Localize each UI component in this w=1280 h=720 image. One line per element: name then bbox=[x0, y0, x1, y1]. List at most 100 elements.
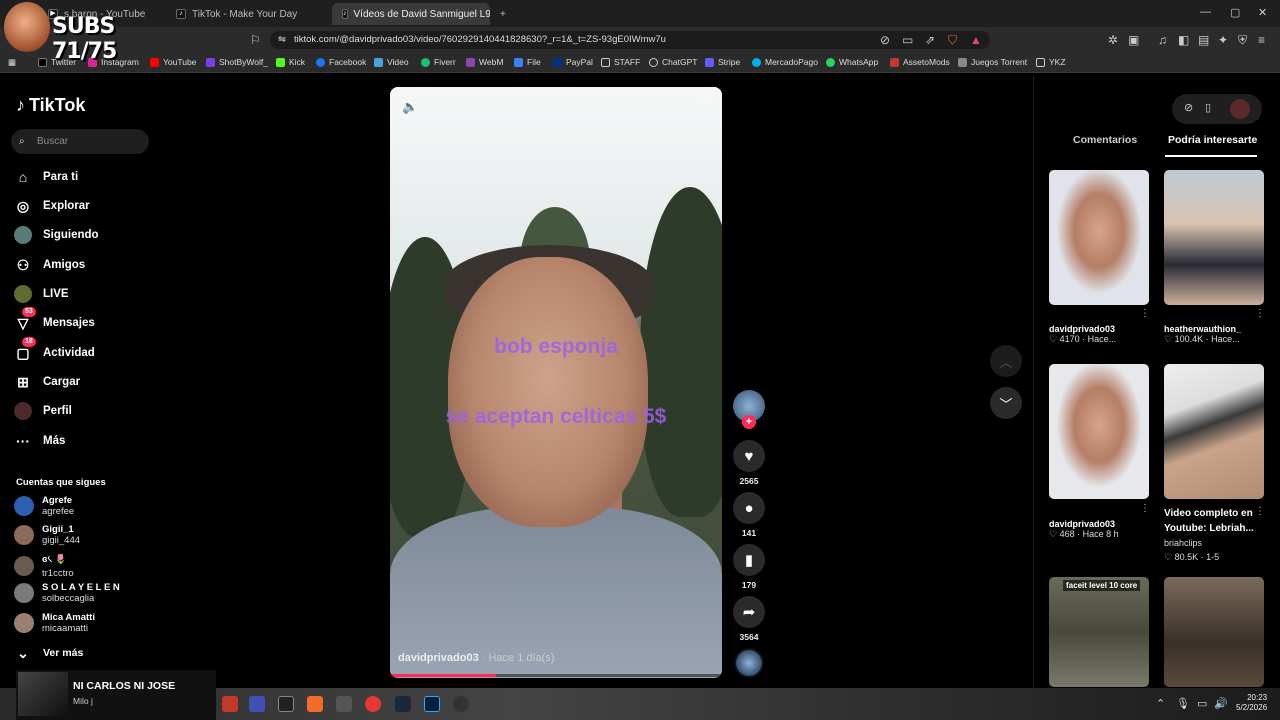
nav-amigos[interactable]: ⚇ Amigos bbox=[14, 254, 85, 276]
video-progress-bar[interactable] bbox=[390, 674, 722, 677]
steam-taskbar-icon[interactable] bbox=[395, 696, 411, 712]
device-icon[interactable]: ▯ bbox=[1205, 101, 1211, 114]
tray-chevron-up-icon[interactable]: ⌃ bbox=[1156, 697, 1165, 710]
microphone-icon[interactable]: 🎙 bbox=[1176, 697, 1190, 710]
bookmark-kick[interactable]: Kick bbox=[276, 57, 305, 67]
network-icon[interactable]: ▭ bbox=[1197, 697, 1207, 710]
save-button[interactable]: ▮ 179 bbox=[733, 544, 765, 590]
bookmark-file[interactable]: File bbox=[514, 57, 541, 67]
more-options-icon[interactable]: ⋮ bbox=[1255, 506, 1265, 517]
search-input[interactable]: ⌕ Buscar bbox=[11, 129, 149, 154]
taskbar-app-icon[interactable] bbox=[336, 696, 352, 712]
taskbar-app-icon[interactable] bbox=[365, 696, 381, 712]
taskbar-app-icon[interactable] bbox=[249, 696, 265, 712]
bookmark-staff[interactable]: STAFF bbox=[601, 57, 640, 67]
maximize-icon[interactable]: ▢ bbox=[1230, 6, 1240, 19]
extension-icon[interactable]: ⊘ bbox=[880, 33, 890, 47]
nav-actividad[interactable]: ▢ 18 Actividad bbox=[14, 337, 95, 364]
photoshop-taskbar-icon[interactable] bbox=[424, 696, 440, 712]
brave-rewards-icon[interactable]: ▲ bbox=[970, 33, 982, 47]
volume-icon[interactable]: 🔈 bbox=[402, 99, 418, 115]
share-icon[interactable]: ⇗ bbox=[925, 33, 935, 47]
site-info-icon[interactable]: ⇋ bbox=[278, 31, 286, 49]
bookmark-webm[interactable]: WebM bbox=[466, 57, 503, 67]
like-button[interactable]: ♥ 2565 bbox=[733, 440, 765, 486]
previous-video-button[interactable]: ︿ bbox=[990, 345, 1022, 377]
tab-podria-interesarte[interactable]: Podría interesarte bbox=[1168, 134, 1257, 146]
more-options-icon[interactable]: ⋮ bbox=[1255, 308, 1265, 319]
share-button[interactable]: ➦ 3564 bbox=[733, 596, 765, 642]
suggested-video-thumbnail[interactable] bbox=[1049, 170, 1149, 305]
more-options-icon[interactable]: ⋮ bbox=[1140, 503, 1150, 514]
browser-tab-active[interactable]: ♪Vídeos de David Sanmiguel L95✕ bbox=[332, 3, 490, 25]
following-account[interactable]: Gigii_1 gigii_444 bbox=[14, 524, 80, 546]
vpn-icon[interactable]: ⛨ bbox=[1238, 33, 1247, 48]
bookmark-ykz[interactable]: YKZ bbox=[1036, 57, 1066, 67]
nav-para-ti[interactable]: ⌂ Para ti bbox=[14, 166, 78, 188]
taskbar-app-icon[interactable] bbox=[278, 696, 294, 712]
following-account[interactable]: S O L A Y E L E Nsolbeccaglia bbox=[14, 582, 120, 604]
bookmark-shotbywolf[interactable]: ShotByWolf_ bbox=[206, 57, 268, 67]
video-author[interactable]: davidprivado03 · Hace 1 día(s) bbox=[398, 652, 555, 664]
compass-icon[interactable]: ⊘ bbox=[1184, 101, 1193, 114]
following-account[interactable]: Agrefe agrefee bbox=[14, 495, 74, 517]
media-icon[interactable]: ♫ bbox=[1158, 33, 1167, 47]
following-account[interactable]: ɞ৻ 🌷 tr1cctro bbox=[14, 553, 74, 579]
apps-grid-icon[interactable]: ▦ bbox=[8, 57, 16, 68]
next-video-button[interactable]: ﹀ bbox=[990, 387, 1022, 419]
now-playing-widget[interactable]: NI CARLOS NI JOSE Milo j bbox=[16, 670, 216, 720]
more-options-icon[interactable]: ··· bbox=[694, 95, 708, 111]
follow-plus-icon[interactable]: + bbox=[742, 415, 756, 429]
bookmark-fiverr[interactable]: Fiverr bbox=[421, 57, 456, 67]
bookmark-icon[interactable]: ⚐ bbox=[250, 33, 261, 47]
music-disc[interactable] bbox=[734, 648, 764, 678]
system-clock[interactable]: 20:23 5/2/2026 bbox=[1236, 693, 1267, 713]
leo-ai-icon[interactable]: ✦ bbox=[1218, 33, 1228, 47]
more-options-icon[interactable]: ⋮ bbox=[1140, 308, 1150, 319]
brave-taskbar-icon[interactable] bbox=[307, 696, 323, 712]
wallet-icon[interactable]: ▤ bbox=[1198, 33, 1209, 47]
minimize-icon[interactable]: — bbox=[1200, 6, 1211, 18]
brave-shield-icon[interactable]: ⛉ bbox=[948, 33, 957, 48]
close-window-icon[interactable]: ✕ bbox=[1258, 6, 1267, 19]
suggested-video-thumbnail[interactable] bbox=[1049, 364, 1149, 499]
bookmark-stripe[interactable]: Stripe bbox=[705, 57, 740, 67]
comment-button[interactable]: ● 141 bbox=[733, 492, 765, 538]
reader-icon[interactable]: ▣ bbox=[1128, 33, 1139, 47]
bookmark-paypal[interactable]: PayPal bbox=[553, 57, 593, 67]
new-tab-button[interactable]: + bbox=[496, 3, 516, 25]
nav-siguiendo[interactable]: Siguiendo bbox=[14, 224, 99, 246]
volume-tray-icon[interactable]: 🔊 bbox=[1214, 697, 1228, 710]
bookmark-whatsapp[interactable]: WhatsApp bbox=[826, 57, 878, 67]
taskbar-app-icon[interactable] bbox=[222, 696, 238, 712]
extensions-puzzle-icon[interactable]: ✲ bbox=[1108, 33, 1118, 47]
bookmark-video[interactable]: Video bbox=[374, 57, 409, 67]
obs-taskbar-icon[interactable] bbox=[453, 696, 469, 712]
video-player[interactable]: bob esponja se aceptan celticas 5$ 🔈 ···… bbox=[390, 87, 722, 678]
bookmark-chatgpt[interactable]: ChatGPT bbox=[649, 57, 697, 67]
see-more-button[interactable]: ⌄ Ver más bbox=[14, 642, 83, 664]
bookmark-facebook[interactable]: Facebook bbox=[316, 57, 366, 67]
sidebar-toggle-icon[interactable]: ◧ bbox=[1178, 33, 1189, 47]
nav-explorar[interactable]: ◎ Explorar bbox=[14, 195, 90, 217]
suggested-video-thumbnail[interactable] bbox=[1164, 364, 1264, 499]
nav-mensajes[interactable]: ▽ 53 Mensajes bbox=[14, 307, 95, 334]
browser-tab[interactable]: ♪ TikTok - Make Your Day bbox=[166, 3, 326, 25]
nav-perfil[interactable]: Perfil bbox=[14, 400, 72, 422]
nav-live[interactable]: LIVE bbox=[14, 283, 69, 305]
tiktok-logo[interactable]: ♪ TikTok bbox=[16, 95, 85, 116]
suggested-video-thumbnail[interactable] bbox=[1164, 170, 1264, 305]
screen-icon[interactable]: ▭ bbox=[902, 33, 913, 47]
suggested-video-thumbnail[interactable]: faceit level 10 core bbox=[1049, 577, 1149, 687]
nav-mas[interactable]: ··· Más bbox=[14, 430, 65, 452]
following-account[interactable]: Mica Amatti micaamatti bbox=[14, 612, 95, 634]
tab-comentarios[interactable]: Comentarios bbox=[1073, 134, 1137, 146]
bookmark-mercadopago[interactable]: MercadoPago bbox=[752, 57, 818, 67]
nav-cargar[interactable]: ⊞ Cargar bbox=[14, 371, 80, 393]
menu-icon[interactable]: ≡ bbox=[1258, 33, 1265, 47]
bookmark-assetomods[interactable]: AssetoMods bbox=[890, 57, 950, 67]
user-avatar[interactable] bbox=[1230, 99, 1250, 119]
bookmark-juegos-torrent[interactable]: Juegos Torrent bbox=[958, 57, 1027, 67]
suggested-video-thumbnail[interactable] bbox=[1164, 577, 1264, 687]
suggested-video-meta: Video completo en Youtube: Lebriah... bri… bbox=[1164, 506, 1254, 564]
